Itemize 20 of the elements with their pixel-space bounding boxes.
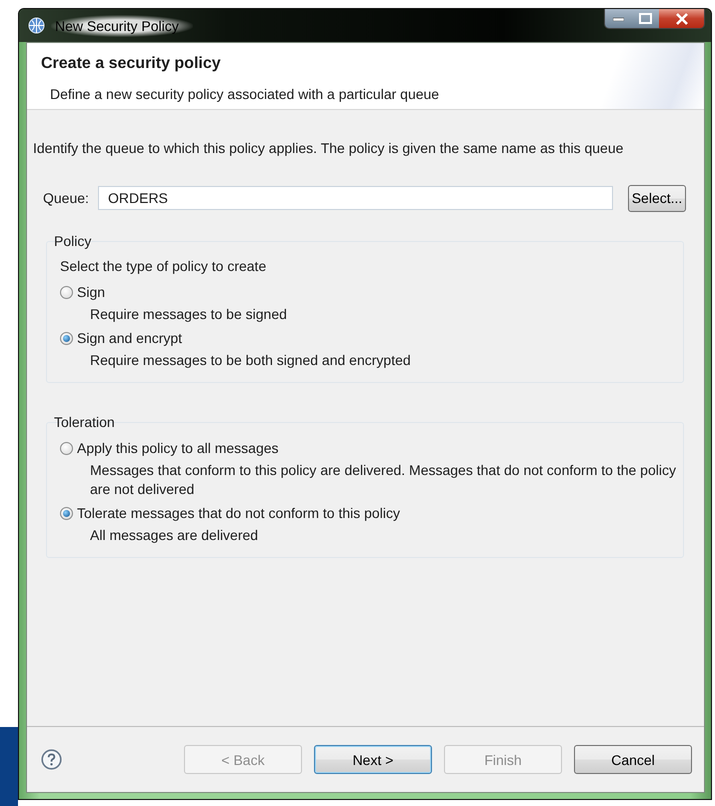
wizard-button[interactable]: Next >: [314, 745, 432, 774]
instruction-text: Identify the queue to which this policy applies. The policy is given the same name as this queue: [33, 140, 624, 156]
option-description: All messages are delivered: [90, 526, 260, 545]
group-title: Policy: [54, 232, 92, 250]
page-title: Create a security policy: [41, 55, 222, 74]
group-prompt: Select the type of policy to create: [60, 257, 268, 276]
option-description: Require messages to be signed: [90, 305, 288, 324]
page-description: Define a new security policy associated with a particular queue: [50, 86, 440, 102]
radio-button[interactable]: Apply this policy to all messages: [60, 440, 279, 456]
group-title: Toleration: [54, 413, 116, 431]
option-description: Messages that conform to this policy are delivered. Messages that do not conform to the policy are not delivered: [90, 461, 677, 499]
window-title: New Security Policy: [51, 14, 193, 36]
radio-button[interactable]: Sign and encrypt: [60, 330, 182, 346]
radio-button[interactable]: Sign: [60, 284, 106, 300]
wizard-button[interactable]: Cancel: [574, 745, 692, 774]
select-button[interactable]: Select...: [628, 184, 686, 212]
option-description: Require messages to be both signed and encrypted: [90, 351, 412, 370]
queue-field[interactable]: ORDERS: [98, 186, 613, 210]
radio-button[interactable]: Tolerate messages that do not conform to this policy: [60, 505, 400, 521]
field-label: Queue:: [43, 190, 90, 206]
